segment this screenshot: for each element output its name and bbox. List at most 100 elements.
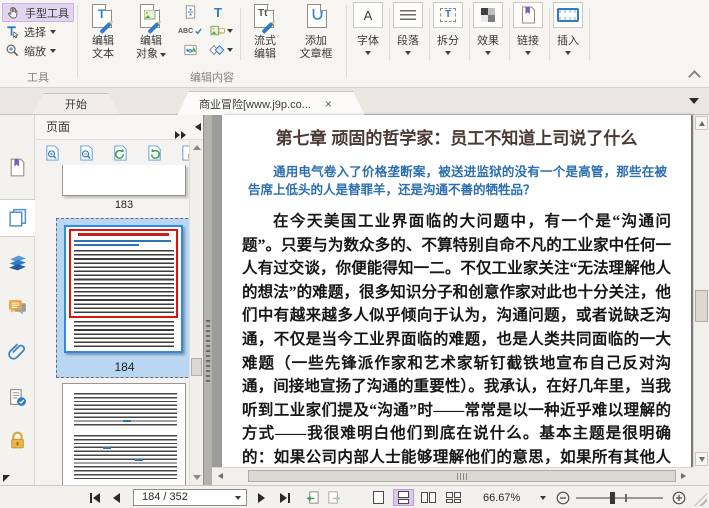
horizontal-scroll-thumb[interactable] (248, 470, 676, 482)
add-text-button[interactable]: T (206, 3, 230, 21)
chapter-title: 第七章 顽固的哲学家：员工不知道上司说了什么 (275, 129, 638, 148)
previous-view-button[interactable] (305, 486, 320, 508)
layers-icon (9, 255, 26, 271)
thumbnail-page-184-image (64, 225, 183, 353)
abc-glyph: ABC (178, 27, 194, 35)
continuous-facing-view-button[interactable] (443, 489, 464, 506)
zoom-slider-handle[interactable] (610, 492, 615, 504)
zoom-dropdown-button[interactable] (540, 486, 546, 508)
split-icon: T (433, 2, 463, 28)
collapse-ribbon-button[interactable] (688, 70, 701, 83)
ribbon: 手型工具 选择 缩放 工具 T 编辑 文本 编辑 对象 ABC T Tt 流式 … (0, 0, 709, 88)
zoom-out-icon (556, 491, 570, 504)
zoom-slider-track[interactable] (576, 492, 663, 504)
hand-tool-label: 手型工具 (25, 7, 69, 20)
spell-check-button[interactable]: ABC (178, 22, 202, 40)
panel-scroll-down-arrow[interactable] (193, 475, 201, 480)
link-button[interactable]: 链接 (510, 2, 546, 55)
tab-document-active[interactable]: 商业冒险[www.j9p.co... × (177, 91, 365, 116)
viewport-indicator-rect (69, 229, 178, 318)
select-dropdown-caret (50, 29, 56, 34)
vertical-scrollbar[interactable] (693, 115, 709, 467)
effect-button[interactable]: 效果 (470, 2, 506, 55)
insert-button[interactable]: 插入 (550, 2, 586, 55)
reflow-edit-icon: Tt (252, 4, 278, 35)
last-page-button[interactable] (280, 486, 290, 508)
split-button[interactable]: T 拆分 (430, 2, 466, 55)
pdf-page[interactable]: 第七章 顽固的哲学家：员工不知道上司说了什么 通用电气卷入了价格垄断案，被送进监… (222, 115, 691, 467)
security-panel-button[interactable] (7, 430, 28, 451)
reduce-thumbnails-button[interactable] (78, 144, 95, 162)
panel-scroll-thumb[interactable] (191, 358, 202, 376)
pages-panel: 页面 183 184 (36, 115, 203, 485)
edit-text-icon: T (90, 4, 116, 35)
foxit-reader-window: 手型工具 选择 缩放 工具 T 编辑 文本 编辑 对象 ABC T Tt 流式 … (0, 0, 709, 508)
zoom-slider-center-tick (625, 494, 627, 502)
scroll-down-button[interactable] (695, 452, 708, 466)
next-view-button[interactable] (327, 486, 342, 508)
signatures-panel-button[interactable] (7, 387, 28, 408)
join-text-icon (183, 44, 197, 56)
single-page-view-button[interactable] (368, 489, 389, 506)
thumbnail-page-183[interactable] (62, 165, 186, 196)
pages-panel-header: 页面 (36, 115, 203, 140)
body-paragraph: 在今天美国工业界面临的大问题中，有一个是“沟通问题”。只要与为数众多的、不算特别… (242, 213, 671, 466)
zoom-icon (6, 44, 19, 57)
hand-tool-button[interactable]: 手型工具 (2, 3, 74, 22)
thumbnail-page-184-selected[interactable]: 184 (56, 218, 193, 378)
paragraph-button[interactable]: 段落 (390, 2, 426, 55)
link-caret (525, 51, 531, 55)
collapse-panel-button[interactable] (195, 123, 201, 131)
layers-panel-button[interactable] (7, 252, 28, 273)
previous-page-button[interactable] (113, 486, 120, 508)
add-image-annotation-button[interactable] (206, 22, 236, 40)
join-split-text-button[interactable] (178, 41, 202, 59)
next-page-button[interactable] (258, 486, 265, 508)
comments-panel-button[interactable] (7, 297, 28, 318)
next-view-icon (328, 491, 341, 504)
first-page-button[interactable] (90, 486, 100, 508)
vertical-scroll-thumb[interactable] (695, 290, 708, 322)
attachments-panel-button[interactable] (7, 342, 28, 363)
scroll-up-button[interactable] (695, 116, 708, 130)
zoom-level-display[interactable]: 66.67% (483, 486, 520, 508)
splitter-grip[interactable] (206, 320, 210, 382)
facing-view-button[interactable] (418, 489, 439, 506)
edit-text-button[interactable]: T 编辑 文本 (82, 2, 124, 61)
panel-scroll-up-arrow[interactable] (193, 145, 201, 150)
select-text-icon (7, 26, 19, 39)
tab-list-dropdown[interactable] (689, 98, 699, 104)
zoom-in-button[interactable] (672, 486, 686, 508)
paragraph-caret (405, 51, 411, 55)
pages-panel-button[interactable] (7, 207, 28, 228)
zoom-tool-button[interactable]: 缩放 (2, 41, 74, 60)
select-tool-button[interactable]: 选择 (2, 22, 74, 41)
font-button[interactable]: A 字体 (350, 2, 386, 55)
thumbnail-page-185[interactable] (62, 383, 186, 485)
zoom-dropdown-caret (50, 48, 56, 53)
panel-splitter[interactable] (203, 115, 212, 485)
scroll-left-button[interactable] (214, 470, 228, 483)
document-tab-bar: 开始 商业冒险[www.j9p.co... × (0, 88, 709, 115)
edit-object-button[interactable]: 编辑 对象 (128, 2, 174, 61)
pages-icon (9, 208, 27, 227)
reflow-edit-button[interactable]: Tt 流式 编辑 (244, 2, 286, 61)
scroll-right-button[interactable] (677, 470, 691, 483)
horizontal-scrollbar[interactable] (212, 467, 693, 485)
rotate-left-button[interactable] (112, 144, 129, 162)
add-article-box-button[interactable]: 添加 文章框 (290, 2, 342, 61)
tab-start-page[interactable]: 开始 (32, 93, 120, 115)
zoom-out-button[interactable] (556, 486, 570, 508)
add-shapes-button[interactable] (206, 41, 236, 59)
navigation-panel-strip (0, 115, 35, 485)
split-text-button[interactable] (178, 3, 202, 21)
bookmarks-panel-button[interactable] (7, 157, 28, 178)
page-number-input[interactable]: 184 / 352 (133, 489, 247, 506)
continuous-view-button[interactable] (393, 489, 414, 506)
window-resize-grip[interactable] (694, 493, 707, 506)
panel-corner-handle[interactable] (3, 475, 10, 482)
enlarge-thumbnails-button[interactable] (44, 144, 61, 162)
rotate-right-button[interactable] (146, 144, 163, 162)
panel-scrollbar[interactable] (189, 140, 203, 485)
close-tab-button[interactable]: × (325, 97, 332, 111)
